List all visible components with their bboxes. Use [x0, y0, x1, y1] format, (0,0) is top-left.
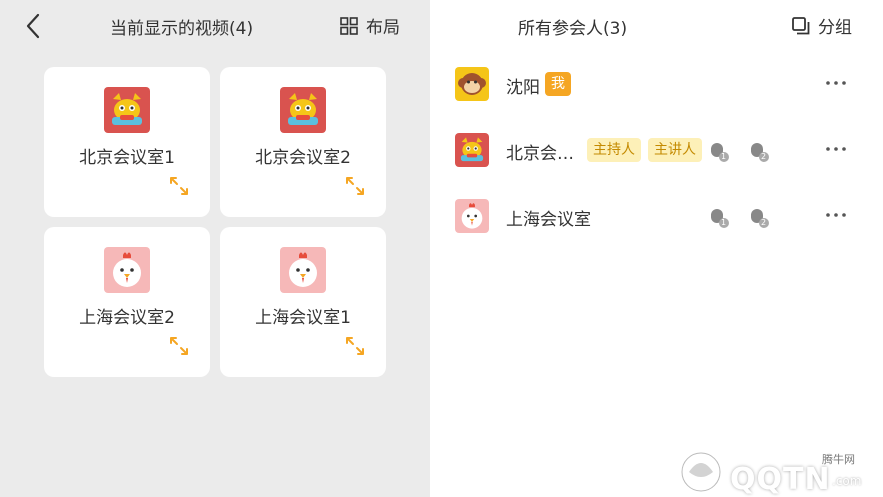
- dragon-avatar: [455, 133, 489, 167]
- tile-name: 北京会议室1: [79, 148, 175, 168]
- expand-icon[interactable]: [344, 175, 366, 197]
- watermark-big-text: QQTN: [730, 462, 831, 497]
- video-tile[interactable]: 上海会议室1: [220, 227, 386, 377]
- group-icon: [792, 16, 810, 34]
- watermark-logo-icon: [681, 452, 721, 492]
- mic-number: 1: [721, 152, 727, 161]
- dragon-avatar: [280, 87, 326, 133]
- more-icon[interactable]: [825, 205, 847, 225]
- group-label: 分组: [818, 18, 852, 38]
- rooster-avatar: [455, 199, 489, 233]
- participant-name: 北京会…: [506, 144, 574, 164]
- host-badge: 主持人: [587, 138, 641, 162]
- participant-row[interactable]: 上海会议室 1 2: [430, 199, 883, 249]
- video-tile[interactable]: 上海会议室2: [44, 227, 210, 377]
- participants-title: 所有参会人(3): [518, 19, 628, 39]
- expand-icon[interactable]: [168, 335, 190, 357]
- mic-number: 2: [761, 218, 767, 227]
- layout-label: 布局: [366, 18, 400, 38]
- mic-icon[interactable]: 1: [708, 141, 730, 163]
- me-badge: 我: [545, 72, 571, 96]
- participant-name: 上海会议室: [506, 210, 591, 230]
- mic-number: 2: [761, 152, 767, 161]
- monkey-avatar: [455, 67, 489, 101]
- group-button[interactable]: 分组: [792, 13, 852, 38]
- back-button[interactable]: [22, 12, 46, 40]
- participant-row[interactable]: 沈阳 我: [430, 67, 883, 117]
- tile-name: 上海会议室2: [79, 308, 175, 328]
- rooster-avatar: [280, 247, 326, 293]
- video-panel-title: 当前显示的视频(4): [110, 19, 254, 39]
- video-tile[interactable]: 北京会议室1: [44, 67, 210, 217]
- rooster-avatar: [104, 247, 150, 293]
- expand-icon[interactable]: [168, 175, 190, 197]
- video-tile[interactable]: 北京会议室2: [220, 67, 386, 217]
- participant-row[interactable]: 北京会… 主持人 主讲人 1 2: [430, 133, 883, 183]
- participants-panel: 所有参会人(3) 分组 沈阳 我 北京会… 主持人 主讲人 1 2 上海会议室 …: [430, 0, 883, 497]
- tile-name: 北京会议室2: [255, 148, 351, 168]
- mic-icon[interactable]: 1: [708, 207, 730, 229]
- tile-name: 上海会议室1: [255, 308, 351, 328]
- chevron-left-icon: [26, 13, 40, 39]
- more-icon[interactable]: [825, 139, 847, 159]
- mic-number: 1: [721, 218, 727, 227]
- video-panel: 当前显示的视频(4) 布局 北京会议室1 北京会议室2 上海会议室2 上海会议室…: [0, 0, 430, 497]
- mic-icon[interactable]: 2: [748, 207, 770, 229]
- participant-name: 沈阳: [506, 78, 540, 98]
- watermark-suffix: .com: [832, 474, 862, 488]
- dragon-avatar: [104, 87, 150, 133]
- mic-icon[interactable]: 2: [748, 141, 770, 163]
- more-icon[interactable]: [825, 73, 847, 93]
- layout-button[interactable]: 布局: [340, 13, 400, 38]
- expand-icon[interactable]: [344, 335, 366, 357]
- grid-icon: [340, 16, 358, 35]
- presenter-badge: 主讲人: [648, 138, 702, 162]
